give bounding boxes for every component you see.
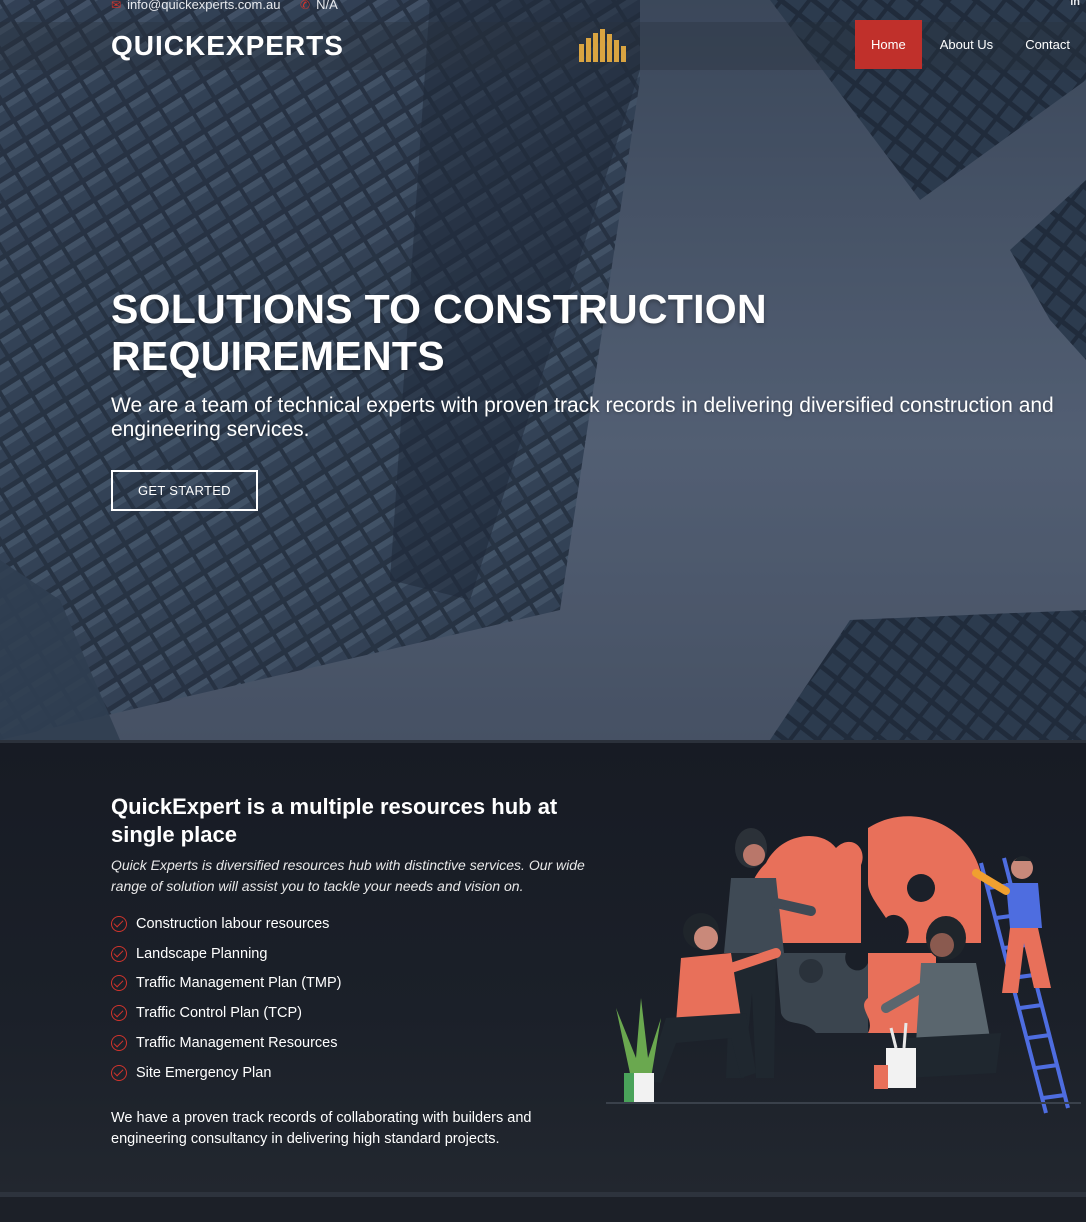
building-logo-icon bbox=[579, 29, 626, 62]
check-circle-icon bbox=[111, 975, 127, 992]
teamwork-puzzle-illustration bbox=[606, 816, 1081, 1114]
check-circle-icon bbox=[111, 1064, 127, 1081]
envelope-icon: ✉ bbox=[111, 0, 122, 12]
list-item: Traffic Control Plan (TCP) bbox=[111, 998, 591, 1028]
main-nav: Home About Us Contact bbox=[855, 20, 1086, 69]
topbar-phone: ✆ N/A bbox=[300, 0, 338, 12]
list-item-label: Traffic Management Plan (TMP) bbox=[136, 975, 342, 992]
list-item: Landscape Planning bbox=[111, 939, 591, 969]
check-circle-icon bbox=[111, 1005, 127, 1022]
topbar: ✉ info@quickexperts.com.au ✆ N/A in bbox=[0, 0, 1086, 14]
phone-icon: ✆ bbox=[300, 0, 311, 12]
check-circle-icon bbox=[111, 945, 127, 962]
list-item-label: Traffic Control Plan (TCP) bbox=[136, 1005, 302, 1022]
navbar: QUICKEXPERTS Home About Us Contact bbox=[0, 20, 1086, 70]
hero-subtitle: We are a team of technical experts with … bbox=[111, 394, 1054, 441]
list-item: Site Emergency Plan bbox=[111, 1058, 591, 1088]
list-item-label: Site Emergency Plan bbox=[136, 1064, 272, 1081]
features-text: QuickExpert is a multiple resources hub … bbox=[111, 793, 591, 1150]
list-item: Construction labour resources bbox=[111, 909, 591, 939]
nav-about-us[interactable]: About Us bbox=[924, 20, 1009, 69]
topbar-email[interactable]: ✉ info@quickexperts.com.au bbox=[111, 0, 280, 12]
features-description: Quick Experts is diversified resources h… bbox=[111, 857, 585, 894]
list-item-label: Construction labour resources bbox=[136, 915, 330, 932]
hero-section: ✉ info@quickexperts.com.au ✆ N/A in QUIC… bbox=[0, 0, 1086, 740]
features-list: Construction labour resources Landscape … bbox=[111, 909, 591, 1088]
hero-title: SOLUTIONS TO CONSTRUCTION REQUIREMENTS bbox=[111, 286, 767, 379]
list-item-label: Traffic Management Resources bbox=[136, 1035, 338, 1052]
bottom-band bbox=[0, 1192, 1086, 1222]
site-logo[interactable]: QUICKEXPERTS bbox=[111, 30, 344, 62]
features-title: QuickExpert is a multiple resources hub … bbox=[111, 794, 558, 847]
features-footer-text: We have a proven track records of collab… bbox=[111, 1109, 532, 1147]
topbar-phone-text: N/A bbox=[316, 0, 338, 12]
features-section: QuickExpert is a multiple resources hub … bbox=[0, 740, 1086, 1192]
check-circle-icon bbox=[111, 1035, 127, 1052]
list-item-label: Landscape Planning bbox=[136, 945, 268, 962]
list-item: Traffic Management Plan (TMP) bbox=[111, 969, 591, 999]
hero-content: SOLUTIONS TO CONSTRUCTION REQUIREMENTS W… bbox=[111, 286, 1071, 511]
nav-home[interactable]: Home bbox=[855, 20, 922, 69]
topbar-email-text: info@quickexperts.com.au bbox=[127, 0, 281, 12]
linkedin-icon[interactable]: in bbox=[1070, 0, 1080, 8]
list-item: Traffic Management Resources bbox=[111, 1028, 591, 1058]
check-circle-icon bbox=[111, 915, 127, 932]
nav-contact[interactable]: Contact bbox=[1009, 20, 1086, 69]
get-started-button[interactable]: GET STARTED bbox=[111, 470, 258, 511]
